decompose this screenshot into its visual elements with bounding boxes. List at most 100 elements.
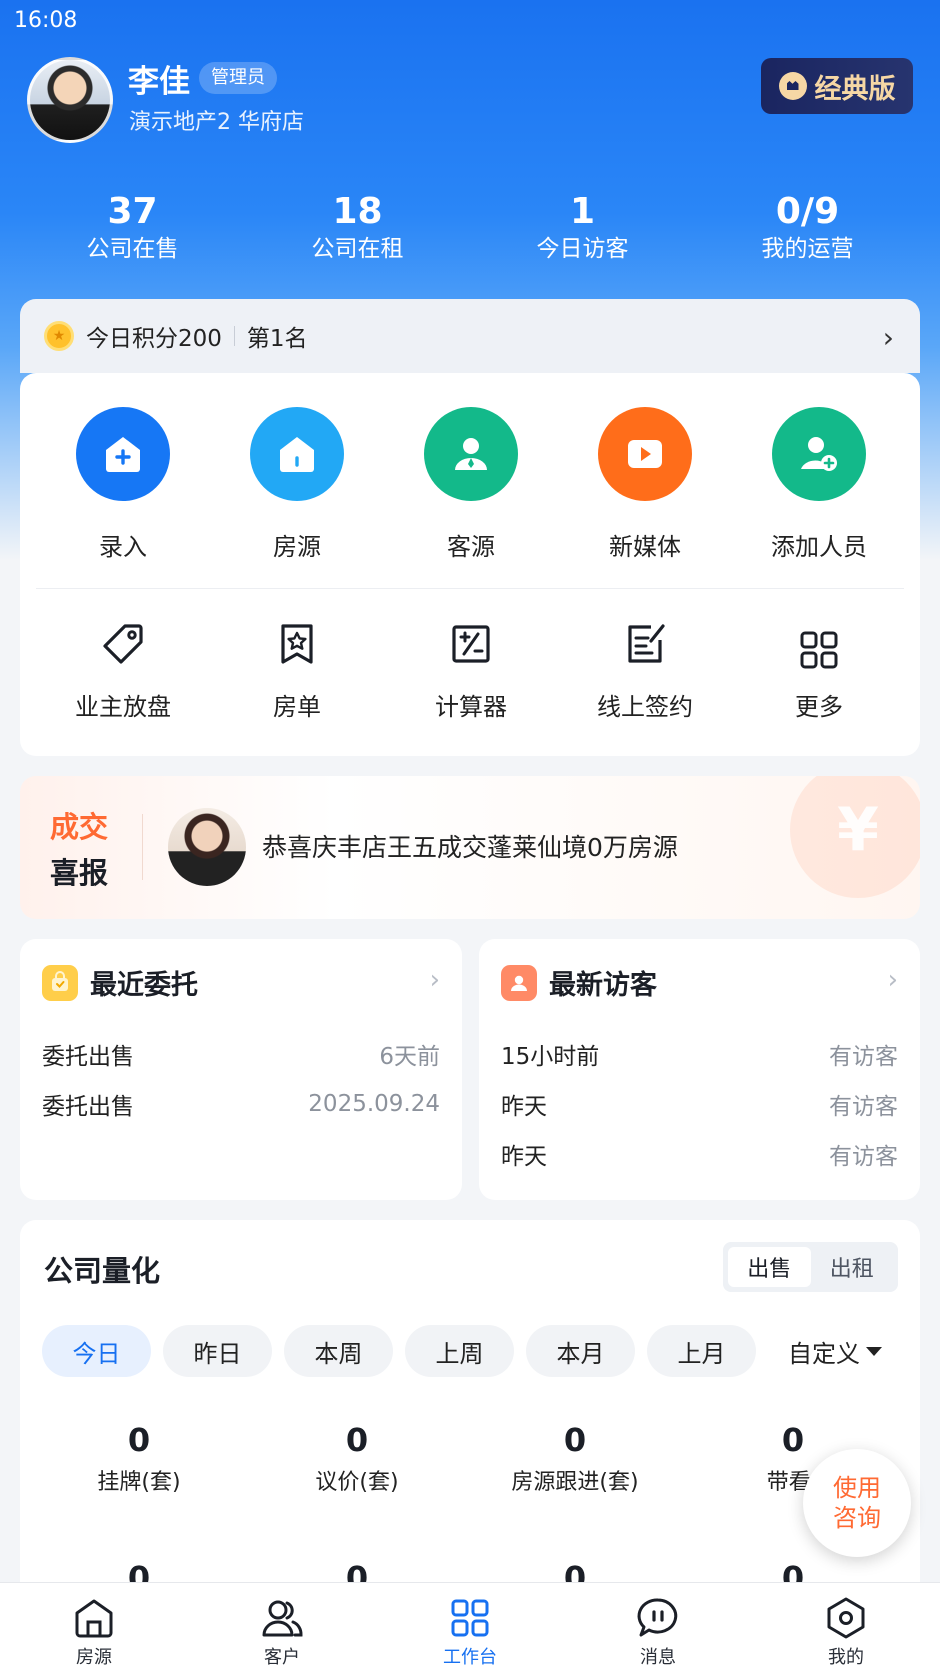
avatar[interactable] xyxy=(27,57,113,143)
list-item[interactable]: 15小时前 有访客 xyxy=(501,1029,898,1079)
chat-icon xyxy=(637,1598,678,1637)
toggle-rent[interactable]: 出租 xyxy=(811,1247,894,1287)
quick-action-label: 新媒体 xyxy=(609,533,681,561)
recent-visitors-card[interactable]: 最新访客 › 15小时前 有访客 昨天 有访客 昨天 有访客 xyxy=(479,939,920,1200)
list-item[interactable]: 委托出售 6天前 xyxy=(42,1029,440,1079)
stat-label: 我的运营 xyxy=(761,236,854,262)
period-today[interactable]: 今日 xyxy=(42,1325,151,1377)
period-this-month[interactable]: 本月 xyxy=(526,1325,635,1377)
visitor-icon xyxy=(501,964,537,1001)
tab-label: 房源 xyxy=(76,1647,112,1668)
status-time: 16:08 xyxy=(14,8,78,33)
period-yesterday[interactable]: 昨日 xyxy=(163,1325,272,1377)
chevron-right-icon[interactable]: › xyxy=(888,965,898,995)
quick-action-label: 添加人员 xyxy=(771,533,867,561)
metric-value: 0 xyxy=(127,1421,151,1459)
store-name[interactable]: 演示地产2 华府店 xyxy=(129,104,304,136)
stat-for-rent[interactable]: 18 公司在租 xyxy=(245,190,470,264)
metric-label: 房源跟进(套) xyxy=(511,1470,639,1495)
points-bar[interactable]: ★ 今日积分200 第1名 › xyxy=(20,299,920,373)
tool-more[interactable]: 更多 xyxy=(732,617,906,722)
metric-label: 挂牌(套) xyxy=(97,1470,181,1495)
classic-edition-button[interactable]: 经典版 xyxy=(761,58,913,114)
quick-action-label: 房源 xyxy=(273,533,321,561)
tab-clients[interactable]: 客户 xyxy=(188,1583,376,1670)
consult-fab-button[interactable]: 使用 咨询 xyxy=(803,1449,911,1557)
recent-visitors-title: 最新访客 xyxy=(549,970,657,1001)
tool-online-sign[interactable]: 线上签约 xyxy=(558,617,732,722)
list-item-label: 委托出售 xyxy=(42,1044,134,1070)
quick-action-new-media[interactable]: 新媒体 xyxy=(558,407,732,562)
tab-workbench[interactable]: 工作台 xyxy=(376,1583,564,1670)
metric-negotiated[interactable]: 0 议价(套) xyxy=(248,1420,466,1496)
period-last-month[interactable]: 上月 xyxy=(647,1325,756,1377)
recent-entrust-card[interactable]: 最近委托 › 委托出售 6天前 委托出售 2025.09.24 xyxy=(20,939,462,1200)
stat-label: 今日访客 xyxy=(536,236,629,262)
period-last-week[interactable]: 上周 xyxy=(405,1325,514,1377)
toggle-sale[interactable]: 出售 xyxy=(728,1247,811,1287)
calculator-icon xyxy=(444,617,498,671)
divider xyxy=(36,588,904,589)
stat-label: 公司在售 xyxy=(86,236,179,262)
role-badge: 管理员 xyxy=(199,62,277,94)
metric-label: 议价(套) xyxy=(315,1470,399,1495)
agent-avatar xyxy=(168,808,246,886)
stat-value: 37 xyxy=(107,191,158,232)
quick-action-clients[interactable]: 客源 xyxy=(384,407,558,562)
list-item[interactable]: 委托出售 2025.09.24 xyxy=(42,1079,440,1129)
period-filter: 今日 昨日 本周 上周 本月 上月 自定义 xyxy=(42,1325,882,1377)
stats-row: 37 公司在售 18 公司在租 1 今日访客 0/9 我的运营 xyxy=(0,190,940,264)
deal-report-title-bottom: 喜报 xyxy=(50,856,109,890)
list-item-value: 有访客 xyxy=(829,1044,898,1070)
tab-label: 工作台 xyxy=(443,1647,497,1668)
divider xyxy=(233,326,235,346)
stat-today-visitors[interactable]: 1 今日访客 xyxy=(470,190,695,264)
caret-down-icon xyxy=(866,1346,882,1356)
quick-action-add-staff[interactable]: 添加人员 xyxy=(732,407,906,562)
grid-icon xyxy=(792,623,846,677)
stat-my-operations[interactable]: 0/9 我的运营 xyxy=(695,190,920,264)
recent-entrust-header: 最近委托 xyxy=(42,963,198,1002)
house-outline-icon xyxy=(75,1599,113,1638)
stat-label: 公司在租 xyxy=(311,236,404,262)
tab-messages[interactable]: 消息 xyxy=(564,1583,752,1670)
quick-action-listings[interactable]: 房源 xyxy=(210,407,384,562)
consult-fab-line1: 使用 xyxy=(833,1474,881,1502)
quick-action-label: 录入 xyxy=(99,533,147,561)
deal-report-banner[interactable]: ¥ 成交 喜报 恭喜庆丰店王五成交蓬莱仙境0万房源 xyxy=(20,776,920,919)
tab-profile[interactable]: 我的 xyxy=(752,1583,940,1670)
metric-follow-up[interactable]: 0 房源跟进(套) xyxy=(466,1420,684,1496)
metric-listed[interactable]: 0 挂牌(套) xyxy=(30,1420,248,1496)
crown-icon xyxy=(778,72,807,100)
tools-row: 业主放盘 房单 计算器 线上签约 更多 xyxy=(20,617,920,722)
recent-visitors-header: 最新访客 xyxy=(501,963,657,1002)
tool-owner-listing[interactable]: 业主放盘 xyxy=(36,617,210,722)
period-this-week[interactable]: 本周 xyxy=(284,1325,393,1377)
tool-calculator[interactable]: 计算器 xyxy=(384,617,558,722)
sign-icon xyxy=(618,617,672,671)
recent-entrust-list: 委托出售 6天前 委托出售 2025.09.24 xyxy=(42,1029,440,1129)
list-item[interactable]: 昨天 有访客 xyxy=(501,1129,898,1179)
company-quant-title: 公司量化 xyxy=(44,1254,161,1288)
stat-for-sale[interactable]: 37 公司在售 xyxy=(20,190,245,264)
list-item-value: 6天前 xyxy=(379,1044,440,1070)
tab-label: 消息 xyxy=(640,1647,676,1668)
workbench-grid-icon xyxy=(451,1599,489,1637)
quick-actions-row: 录入 房源 客源 新媒体 添加人员 xyxy=(20,407,920,562)
list-item-value: 有访客 xyxy=(829,1144,898,1170)
people-icon xyxy=(262,1600,303,1637)
chevron-right-icon[interactable]: › xyxy=(430,965,440,995)
stat-value: 18 xyxy=(332,191,383,232)
metrics-row: 0 挂牌(套) 0 议价(套) 0 房源跟进(套) 0 带看( xyxy=(30,1420,910,1496)
bottom-tab-bar: 房源 客户 工作台 消息 我的 xyxy=(0,1582,940,1670)
period-custom-dropdown[interactable]: 自定义 xyxy=(788,1334,882,1369)
tool-house-list[interactable]: 房单 xyxy=(210,617,384,722)
list-item[interactable]: 昨天 有访客 xyxy=(501,1079,898,1129)
quick-action-add[interactable]: 录入 xyxy=(36,407,210,562)
tab-label: 客户 xyxy=(264,1647,300,1668)
list-item-value: 2025.09.24 xyxy=(308,1091,440,1117)
list-item-label: 昨天 xyxy=(501,1094,547,1120)
recent-entrust-title: 最近委托 xyxy=(90,970,198,1001)
tab-listings[interactable]: 房源 xyxy=(0,1583,188,1670)
tool-label: 业主放盘 xyxy=(75,693,171,721)
